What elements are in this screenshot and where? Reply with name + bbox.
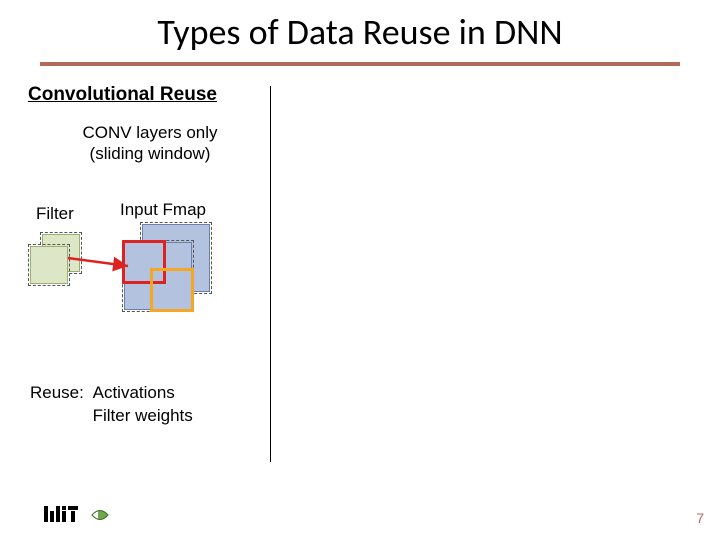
subheading-line-1: CONV layers only [82, 123, 217, 142]
section-heading-convolutional-reuse: Convolutional Reuse [28, 84, 217, 106]
slide-title: Types of Data Reuse in DNN [0, 10, 720, 54]
reuse-item-activations: Activations [93, 383, 175, 402]
subheading-line-2: (sliding window) [90, 144, 211, 163]
title-underline [40, 62, 680, 66]
filter-fg-fill [30, 246, 68, 284]
mit-logo [44, 506, 78, 522]
reuse-item-filter-weights: Filter weights [93, 406, 193, 425]
column-divider [270, 86, 271, 462]
nvidia-logo [90, 508, 110, 522]
sliding-window-2 [150, 268, 194, 312]
label-input-fmap: Input Fmap [120, 200, 206, 220]
subheading: CONV layers only (sliding window) [50, 122, 250, 165]
reuse-prefix: Reuse: [30, 382, 84, 405]
reuse-block: Reuse: Activations Filter weights [30, 382, 193, 428]
label-filter: Filter [36, 204, 74, 224]
slide: Types of Data Reuse in DNN Convolutional… [0, 0, 720, 540]
reuse-arrow [68, 252, 140, 280]
page-number: 7 [696, 510, 704, 526]
